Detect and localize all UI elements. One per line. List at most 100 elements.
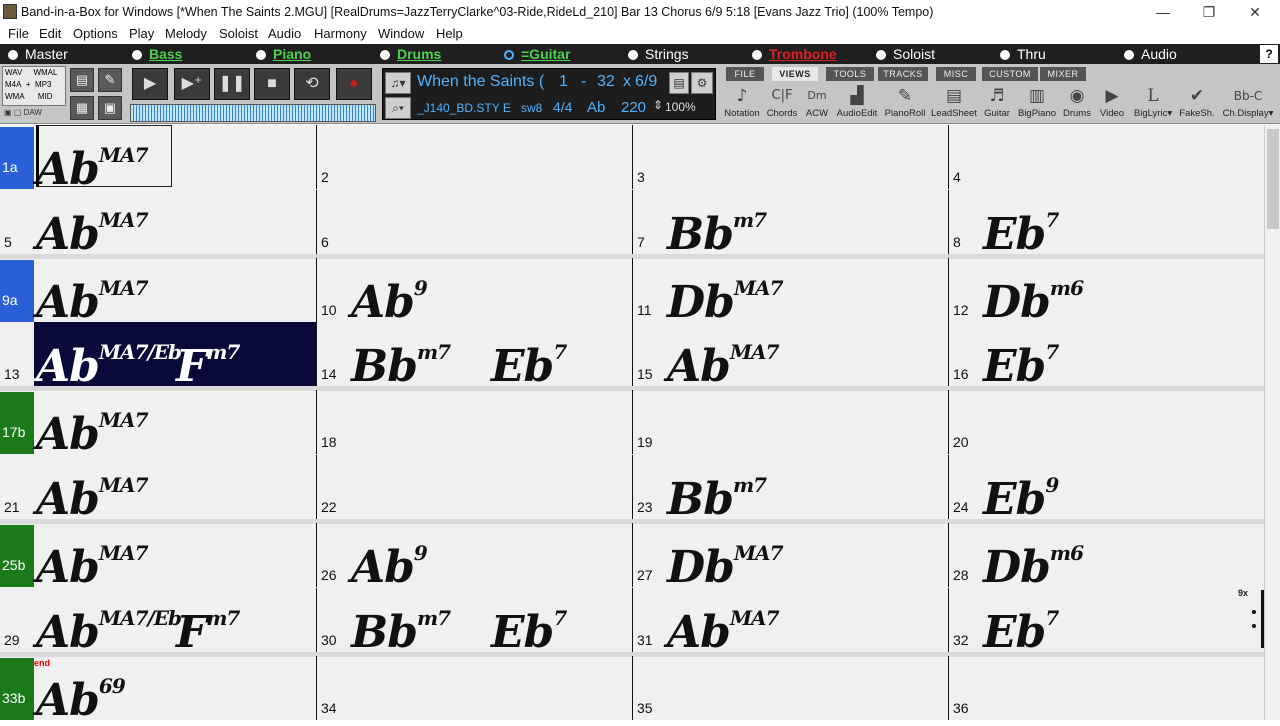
view-chorddisplay-button[interactable]: Bb-C Ch.Display▾ (1218, 84, 1278, 122)
chord-symbol[interactable]: AbMA7/Eb (36, 594, 182, 657)
scrollbar-thumb[interactable] (1267, 129, 1279, 229)
save-icon[interactable]: ▦ (70, 96, 94, 120)
bar-cell[interactable]: 1a AbMA7 (0, 125, 316, 194)
swing-feel[interactable]: sw8 (521, 101, 542, 115)
tab-views[interactable]: VIEWS (772, 67, 818, 81)
tab-tools[interactable]: TOOLS (826, 67, 874, 81)
bar-cell[interactable]: 10 Ab9 (316, 258, 632, 327)
chord-symbol[interactable]: Eb7 (983, 328, 1059, 391)
bar-cell[interactable]: 21 AbMA7 (0, 455, 316, 524)
chord-symbol[interactable]: Dbm6 (983, 529, 1084, 592)
time-signature[interactable]: 4/4 (553, 99, 572, 115)
bar-cell[interactable]: 5 AbMA7 (0, 190, 316, 259)
track-strings[interactable]: Strings (628, 45, 689, 63)
bar-cell[interactable]: 30 Bbm7 Eb7 (316, 588, 632, 657)
chord-symbol[interactable]: Ab9 (351, 529, 428, 592)
track-trombone[interactable]: Trombone (752, 45, 837, 63)
bar-cell[interactable]: 6 (316, 190, 632, 254)
view-fakesheet-button[interactable]: ✔ FakeSh. (1178, 84, 1216, 122)
menu-harmony[interactable]: Harmony (314, 26, 367, 41)
bar-cell[interactable]: 7 Bbm7 (632, 190, 948, 259)
chord-symbol[interactable]: DbMA7 (667, 264, 783, 327)
bar-cell[interactable]: 31 AbMA7 (632, 588, 948, 657)
track-guitar[interactable]: =Guitar (504, 45, 570, 63)
chord-symbol[interactable]: Fm7 (176, 328, 240, 391)
vertical-scrollbar[interactable] (1264, 125, 1280, 720)
tab-mixer[interactable]: MIXER (1040, 67, 1086, 81)
view-notation-button[interactable]: ♪ Notation (722, 84, 762, 122)
bar-cell[interactable]: 26 Ab9 (316, 523, 632, 592)
track-soloist[interactable]: Soloist (876, 45, 935, 63)
menu-file[interactable]: File (8, 26, 29, 41)
bar-cell[interactable]: 24 Eb9 (948, 455, 1264, 524)
bar-cell[interactable]: 33b Ab69 end (0, 656, 316, 725)
chord-symbol[interactable]: AbMA7 (36, 396, 148, 459)
stop-button[interactable]: ■ (254, 68, 290, 100)
view-chords-button[interactable]: C|F Chords (764, 84, 800, 122)
chord-symbol[interactable]: Eb7 (983, 594, 1059, 657)
view-acw-button[interactable]: Dm ACW (802, 84, 832, 122)
track-thru[interactable]: Thru (1000, 45, 1046, 63)
bar-cell[interactable]: 3 (632, 125, 948, 189)
menu-options[interactable]: Options (73, 26, 118, 41)
view-bigpiano-button[interactable]: ▥ BigPiano (1016, 84, 1058, 122)
open-icon[interactable]: ▤ (70, 68, 94, 92)
bar-cell[interactable]: 34 (316, 656, 632, 720)
track-piano[interactable]: Piano (256, 45, 311, 63)
save-as-icon[interactable]: ▣ (98, 96, 122, 120)
menu-melody[interactable]: Melody (165, 26, 207, 41)
chord-symbol[interactable]: Bbm7 (667, 461, 767, 524)
format-mp3[interactable]: MP3 (35, 80, 51, 89)
bar-cell[interactable]: 9a AbMA7 (0, 258, 316, 327)
track-drums[interactable]: Drums (380, 45, 441, 63)
end-bar[interactable]: 32 (597, 73, 615, 91)
bar-cell[interactable]: AbMA7/Eb Fm7 13 (0, 322, 316, 391)
bar-cell[interactable]: 12 Dbm6 (948, 258, 1264, 327)
bar-cell[interactable]: 20 (948, 390, 1264, 454)
settings-gear-icon[interactable]: ⚙ (691, 72, 713, 94)
close-button[interactable]: ✕ (1232, 2, 1278, 22)
render-formats[interactable]: WAV WMAL M4A + MP3 WMA MID (2, 66, 66, 106)
menu-window[interactable]: Window (378, 26, 424, 41)
bar-cell[interactable]: 36 (948, 656, 1264, 720)
bar-cell[interactable]: 35 (632, 656, 948, 720)
chord-symbol[interactable]: AbMA7 (36, 461, 148, 524)
tab-file[interactable]: FILE (726, 67, 764, 81)
bar-cell[interactable]: 17b AbMA7 (0, 390, 316, 459)
tempo-value[interactable]: 220 (621, 99, 646, 116)
chord-symbol[interactable]: Bbm7 (351, 594, 451, 657)
bar-cell[interactable]: 23 Bbm7 (632, 455, 948, 524)
view-drums-button[interactable]: ◉ Drums (1060, 84, 1094, 122)
bar-cell[interactable]: 14 Bbm7 Eb7 (316, 322, 632, 391)
edit-icon[interactable]: ✎ (98, 68, 122, 92)
chord-symbol[interactable]: Eb7 (491, 594, 567, 657)
view-audioedit-button[interactable]: ▟ AudioEdit (834, 84, 880, 122)
chord-symbol[interactable]: AbMA7/Eb (36, 328, 182, 391)
chord-symbol[interactable]: Eb9 (983, 461, 1059, 524)
chorus-count[interactable]: 6/9 (635, 73, 657, 91)
minimize-button[interactable]: — (1140, 2, 1186, 22)
bar-cell[interactable]: 32 Eb7 (948, 588, 1264, 657)
tab-tracks[interactable]: TRACKS (878, 67, 928, 81)
view-leadsheet-button[interactable]: ▤ LeadSheet (930, 84, 978, 122)
bar-cell[interactable]: 4 (948, 125, 1264, 189)
chord-symbol[interactable]: Fm7 (176, 594, 240, 657)
song-info-icon[interactable]: ▤ (669, 72, 689, 94)
chord-symbol[interactable]: Bbm7 (667, 196, 767, 259)
chord-symbol[interactable]: AbMA7 (36, 529, 148, 592)
start-bar[interactable]: 1 (559, 73, 568, 91)
chord-symbol[interactable]: AbMA7 (36, 264, 148, 327)
chord-symbol[interactable]: Eb7 (491, 328, 567, 391)
pause-button[interactable]: ❚❚ (214, 68, 250, 100)
chord-symbol[interactable]: AbMA7 (667, 328, 779, 391)
tempo-spinner-icon[interactable]: ⇕ (653, 98, 663, 112)
format-wma[interactable]: WMA (5, 92, 25, 101)
song-title[interactable]: When the Saints ( (417, 73, 549, 91)
chord-symbol[interactable]: Eb7 (983, 196, 1059, 259)
restore-button[interactable]: ❐ (1186, 2, 1232, 22)
tempo-percent[interactable]: 100% (665, 100, 696, 114)
bar-cell[interactable]: 18 (316, 390, 632, 454)
bar-cell[interactable]: 28 Dbm6 (948, 523, 1264, 592)
format-m4a[interactable]: M4A (5, 80, 21, 89)
style-search-icon[interactable]: ⌕▾ (385, 97, 411, 119)
